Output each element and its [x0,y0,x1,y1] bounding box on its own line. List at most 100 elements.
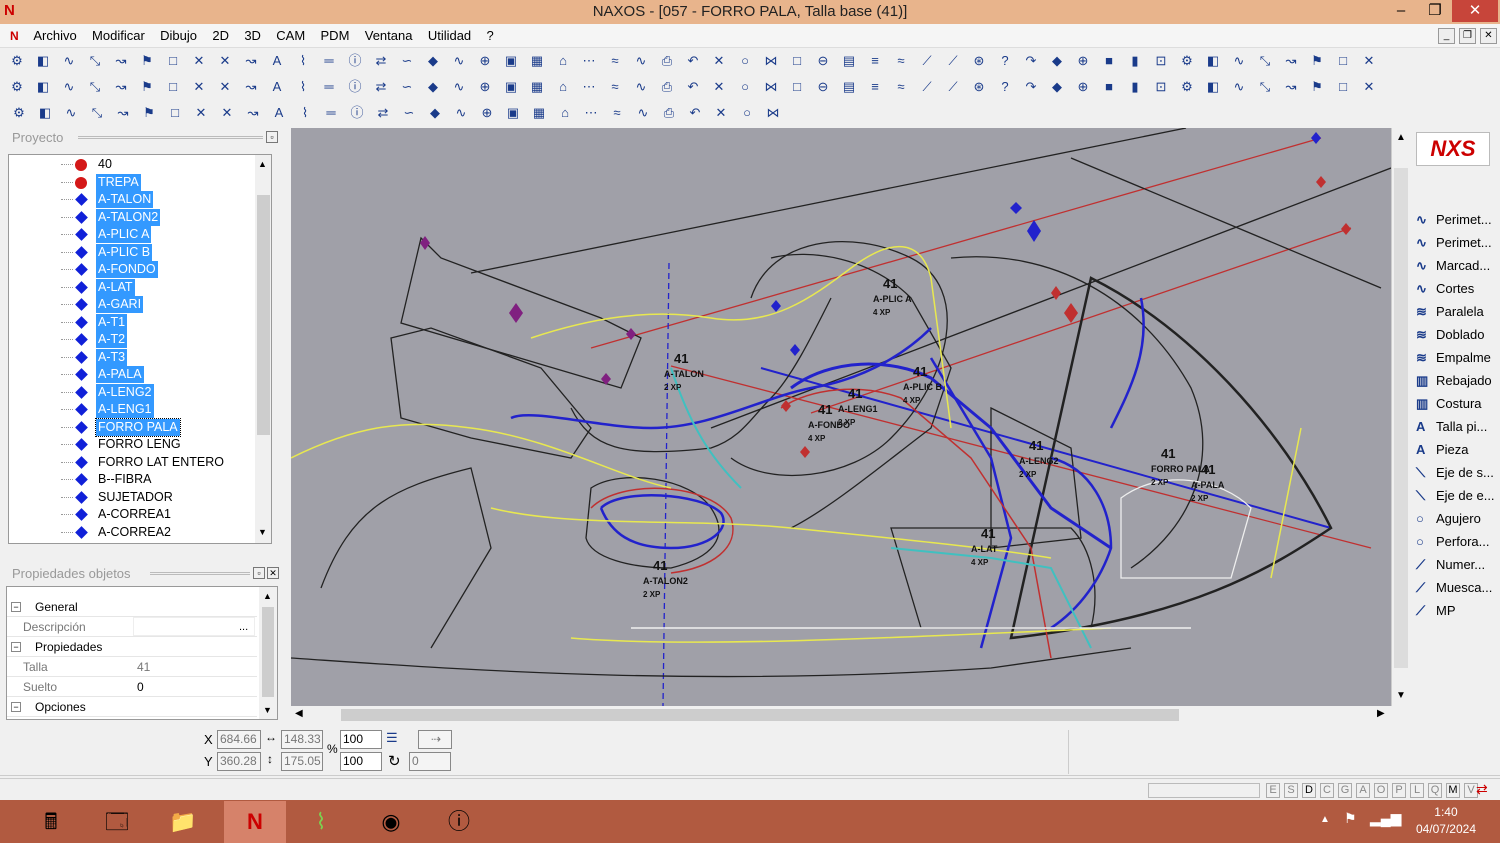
tool-pieza[interactable]: A Pieza [1416,439,1469,461]
scroll-up-icon[interactable]: ▲ [1396,132,1406,143]
toolbar-tool-icon[interactable]: ✕ [1360,78,1378,96]
scroll-down-icon[interactable]: ▼ [1396,690,1406,701]
toolbar-tool-icon[interactable]: ▣ [504,104,522,122]
collapse-icon[interactable]: − [11,602,21,612]
group-general[interactable]: − General [7,597,257,617]
toolbar-tool-icon[interactable]: ▣ [502,78,520,96]
toolbar-tool-icon[interactable]: ⊕ [478,104,496,122]
toolbar-tool-icon[interactable]: ≈ [606,78,624,96]
menu-ventana[interactable]: Ventana [359,24,419,47]
toolbar-tool-icon[interactable]: ⌂ [554,52,572,70]
flag-icon[interactable]: ⚑ [1344,810,1357,827]
toolbar-tool-icon[interactable]: A [270,104,288,122]
marker-icon[interactable] [1027,220,1041,242]
canvas-vscrollbar[interactable]: ▲ ▼ [1391,128,1409,706]
toolbar-tool-icon[interactable]: ✕ [218,104,236,122]
toolbar-tool-icon[interactable]: ∿ [450,78,468,96]
toolbar-tool-icon[interactable]: ≈ [608,104,626,122]
status-toggle-c[interactable]: C [1320,783,1334,798]
status-toggle-q[interactable]: Q [1428,783,1442,798]
info-app-icon[interactable]: ⓘ [428,801,490,843]
tool-agujero[interactable]: ○ Agujero [1416,508,1481,530]
toolbar-tool-icon[interactable]: ◆ [424,52,442,70]
toolbar-tool-icon[interactable]: ✕ [710,52,728,70]
rotate-icon[interactable]: ↻ [388,752,401,770]
toolbar-tool-icon[interactable]: ⓘ [346,52,364,70]
toolbar-tool-icon[interactable]: □ [1334,78,1352,96]
toolbar-tool-icon[interactable]: ⌇ [294,52,312,70]
prop-descripcion[interactable]: Descripción... [7,617,257,637]
scroll-up-icon[interactable]: ▲ [258,159,267,169]
status-toggle-p[interactable]: P [1392,783,1406,798]
toolbar-tool-icon[interactable]: ▮ [1126,52,1144,70]
toolbar-tool-icon[interactable]: ≡ [866,78,884,96]
toolbar-tool-icon[interactable]: ✕ [190,78,208,96]
toolbar-tool-icon[interactable]: ⤡ [1256,52,1274,70]
menu-utilidad[interactable]: Utilidad [422,24,477,47]
toolbar-tool-icon[interactable]: ═ [320,78,338,96]
minimize-icon[interactable]: – [1384,0,1418,22]
descripcion-field[interactable] [133,617,255,636]
toolbar-tool-icon[interactable]: ⟋ [918,78,936,96]
piece-outline[interactable] [950,256,1204,569]
tool-perimet[interactable]: ∿ Perimet... [1416,209,1492,231]
ellipsis-button[interactable]: ... [239,617,248,637]
toolbar-tool-icon[interactable]: ⟋ [944,78,962,96]
close-icon[interactable]: ✕ [1452,0,1498,22]
tree-scroll-thumb[interactable] [257,195,270,435]
toolbar-tool-icon[interactable]: ■ [1100,52,1118,70]
toolbar-tool-icon[interactable]: ✕ [190,52,208,70]
tool-numer[interactable]: ⟋ Numer... [1416,554,1485,576]
toolbar-tool-icon[interactable]: ⊕ [476,78,494,96]
toolbar-tool-icon[interactable]: ⚑ [1308,52,1326,70]
rotation-value[interactable]: 0 [409,752,451,771]
props-scrollbar[interactable]: ▲ ▼ [259,587,277,719]
toolbar-tool-icon[interactable]: ⎙ [660,104,678,122]
status-toggle-a[interactable]: A [1356,783,1370,798]
status-toggle-d[interactable]: D [1302,783,1316,798]
toolbar-tool-icon[interactable]: ⋈ [762,78,780,96]
tool-mp[interactable]: ⟋ MP [1416,600,1456,622]
toolbar-tool-icon[interactable]: ↶ [684,78,702,96]
tool-empalme[interactable]: ≋ Empalme [1416,347,1491,369]
toolbar-tool-icon[interactable]: ▤ [840,78,858,96]
restore-icon[interactable]: ❐ [1418,0,1452,22]
toolbar-tool-icon[interactable]: ⎙ [658,78,676,96]
plant-app-icon[interactable]: ⌇ [290,801,352,843]
toolbar-tool-icon[interactable]: ▤ [840,52,858,70]
toolbar-tool-icon[interactable]: □ [788,52,806,70]
toolbar-tool-icon[interactable]: ∿ [60,78,78,96]
piece-outline[interactable] [320,467,492,649]
toolbar-tool-icon[interactable]: ⊖ [814,78,832,96]
toolbar-tool-icon[interactable]: ■ [1100,78,1118,96]
toolbar-tool-icon[interactable]: A [268,78,286,96]
panel-pin-icon[interactable]: ▫ [266,131,278,143]
status-toggle-m[interactable]: M [1446,783,1460,798]
toolbar-tool-icon[interactable]: ✕ [710,78,728,96]
piece-outline[interactable] [291,647,1132,678]
suelto-field[interactable]: 0 [133,677,255,696]
canvas-hscrollbar[interactable]: ◀ ▶ [291,706,1391,724]
toolbar-tool-icon[interactable]: ⌂ [554,78,572,96]
toolbar-tool-icon[interactable]: ⚙ [8,78,26,96]
network-icon[interactable]: ▂▄▆ [1370,810,1401,827]
tool-doblado[interactable]: ≋ Doblado [1416,324,1484,346]
toolbar-tool-icon[interactable]: ⋯ [582,104,600,122]
toolbar-tool-icon[interactable]: ∽ [400,104,418,122]
toolbar-tool-icon[interactable]: ✕ [216,52,234,70]
toolbar-tool-icon[interactable]: ⚙ [1178,52,1196,70]
collapse-icon[interactable]: − [11,642,21,652]
toolbar-tool-icon[interactable]: ≈ [892,52,910,70]
toolbar-tool-icon[interactable]: ∿ [60,52,78,70]
apply-transform-button[interactable]: ⇢ [418,730,452,749]
toolbar-tool-icon[interactable]: ∿ [632,52,650,70]
toolbar-tool-icon[interactable]: ⌇ [296,104,314,122]
toolbar-tool-icon[interactable]: ⊛ [970,52,988,70]
piece-a-lat[interactable] [890,527,1096,629]
toolbar-tool-icon[interactable]: ⊖ [814,52,832,70]
tool-perfora[interactable]: ○ Perfora... [1416,531,1489,553]
toolbar-tool-icon[interactable]: ∿ [452,104,470,122]
toolbar-tool-icon[interactable]: ⚙ [1178,78,1196,96]
clock[interactable]: 1:40 04/07/2024 [1416,804,1476,838]
toolbar-tool-icon[interactable]: ≈ [892,78,910,96]
